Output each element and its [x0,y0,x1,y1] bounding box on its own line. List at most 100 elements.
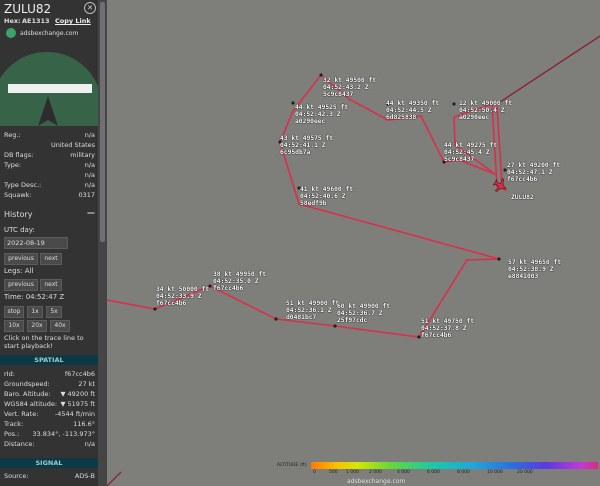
spatial-field-row: Vert. Rate: -4544 ft/min [4,410,95,419]
spatial-field-label: WGS84 altitude: [4,400,58,408]
day-next-button[interactable]: next [40,253,62,265]
trace-point[interactable] [153,307,157,311]
trace-point-label: 51 kt 49750 ft 04:52:37.8 Zf67cc4b6 [421,318,474,340]
flight-trace[interactable] [107,0,600,486]
spatial-field-value: -4544 ft/min [54,410,95,418]
info-field-row: Type: n/a [4,161,95,170]
altitude-tick-label: 10 000 [487,470,503,475]
source-value: ADS-B [74,472,95,480]
spatial-field-value: f67cc4b6 [64,370,95,378]
altitude-tick-label: 2 000 [369,470,382,475]
trace-point[interactable] [452,102,456,106]
site-name: adsbexchange.com [20,30,79,37]
trace-point-label-line: e8841003 [508,273,539,281]
speed-5x-button[interactable]: 5x [46,306,62,318]
altitude-tick-label: 4 000 [397,470,410,475]
spatial-field-value: 33.834°, -113.973° [32,430,95,438]
speed-1x-button[interactable]: 1x [27,306,43,318]
info-field-row: DB flags: military [4,151,95,160]
info-field-value: 0317 [78,191,95,199]
trace-point-label-line: a0290eec [295,118,326,126]
spatial-field-value: n/a [84,440,95,448]
photo-placeholder-bar [8,84,92,93]
altitude-tick-label: 1 000 [346,470,359,475]
trace-point-label-line: 58edf9b [300,200,327,208]
spatial-field-value: ▼ 49200 ft [60,390,95,398]
info-field-label: DB flags: [4,151,34,159]
trace-point-label: 27 kt 49200 ft 04:52:47.1 Zf67cc4b6 [507,162,560,184]
info-field-row: Type Desc.: n/a [4,181,95,190]
spatial-field-label: Baro. Altitude: [4,390,51,398]
outgoing-track-line [496,35,600,105]
trace-point-label: 57 kt 49650 ft 04:52:38.9 Ze8841003 [508,259,561,281]
close-icon[interactable]: ✕ [84,2,96,14]
info-field-value: n/a [84,181,95,189]
map-view[interactable]: 32 kt 49500 ft 04:52:43.2 Z 5c9c8437 44 kt … [107,0,600,486]
playback-time: Time: 04:52:47 Z [4,293,65,301]
altitude-tick-label: 0 [313,470,316,475]
spatial-field-row: Track: 116.6° [4,420,95,429]
trace-point-label-line: f67cc4b6 [421,332,452,340]
spatial-field-label: Distance: [4,440,35,448]
info-field-row: Squawk: 0317 [4,191,95,200]
altitude-tick-label: 500 [329,470,338,475]
aircraft-photo [0,44,98,126]
info-field-label: Squawk: [4,191,32,199]
info-field-label: Reg.: [4,131,21,139]
trace-point[interactable] [274,317,278,321]
spatial-field-label: Track: [4,420,24,428]
trace-point-label: 43 kt 49575 ft 04:52:41.1 Z 6c95db7a [280,135,333,157]
utc-day-input[interactable]: 2022-08-19 [4,237,68,249]
stop-button[interactable]: stop [4,306,24,318]
info-field-value: n/a [84,131,95,139]
altitude-legend-bar [311,462,598,469]
spatial-field-value: 116.6° [73,420,95,428]
trace-point-label-line: f67cc4b6 [156,300,187,308]
spatial-section-header: SPATIAL [0,355,98,365]
leg-next-button[interactable]: next [40,279,62,291]
speed-20x-button[interactable]: 20x [27,320,47,332]
playback-hint: Click on the trace line to start playbac… [4,334,84,350]
altitude-tick-label: 20 000 [517,470,533,475]
spatial-field-row: WGS84 altitude: ▼ 51975 ft [4,400,95,409]
trace-point[interactable] [333,324,337,328]
info-field-label: Type: [4,161,22,169]
spatial-field-label: Vert. Rate: [4,410,39,418]
trace-point-label: 34 kt 50000 ft 04:52:33.9 Zf67cc4b6 [156,286,209,308]
trace-point-label-line: a0290eec [459,114,490,122]
leg-previous-button[interactable]: previous [4,279,38,291]
signal-section-header: SIGNAL [0,458,98,468]
history-collapse-button[interactable]: — [87,208,95,217]
spatial-field-value: 27 kt [78,380,95,388]
altitude-tick-label: 8 000 [457,470,470,475]
info-field-label: Type Desc.: [4,181,42,189]
trace-point-label: 51 kt 49900 ft 04:52:36.1 Zd0481bc7 [286,300,339,322]
spatial-field-row: Baro. Altitude: ▼ 49200 ft [4,390,95,399]
source-label: Source: [4,472,29,480]
trace-point-label: 60 kt 49900 ft 04:52:36.7 Z 25f97cdc [337,303,390,325]
history-title: History [4,210,33,219]
trace-point-label: 41 kt 49600 ft 04:52:40.6 Z 58edf9b [300,186,353,208]
copy-link[interactable]: Copy Link [55,17,91,25]
map-attribution[interactable]: adsbexchange.com [347,478,405,485]
callsign-title: ZULU82 [4,2,52,16]
info-field-value: n/a [84,171,95,179]
trace-point-label-line: f67cc4b6 [507,176,538,184]
trace-point-label: 44 kt 49525 ft 04:52:42.3 Za0290eec [295,104,348,126]
speed-40x-button[interactable]: 40x [50,320,70,332]
trace-point-label: 32 kt 49500 ft 04:52:43.2 Z 5c9c8437 [323,77,376,99]
day-previous-button[interactable]: previous [4,253,38,265]
speed-10x-button[interactable]: 10x [4,320,24,332]
trace-point-label: 44 kt 49275 ft 04:52:45.4 Z 5c9c8437 [444,142,497,164]
trace-point-label-line: 5c9c8437 [444,156,475,164]
spatial-field-label: rId: [4,370,15,378]
plane-shape-icon [38,96,58,126]
adsbexchange-logo-icon [6,28,16,38]
trace-point-label-line: 6c95db7a [280,149,311,157]
panel-scrollbar-thumb[interactable] [100,2,105,242]
trace-point-label-line: 25f97cdc [337,317,368,325]
trace-point-label: 44 kt 49350 ft 04:52:44.5 Z 6d825838 [386,100,439,122]
info-field-row: United States [4,141,95,150]
trace-point[interactable] [497,257,501,261]
source-row: Source: ADS-B [4,472,95,481]
